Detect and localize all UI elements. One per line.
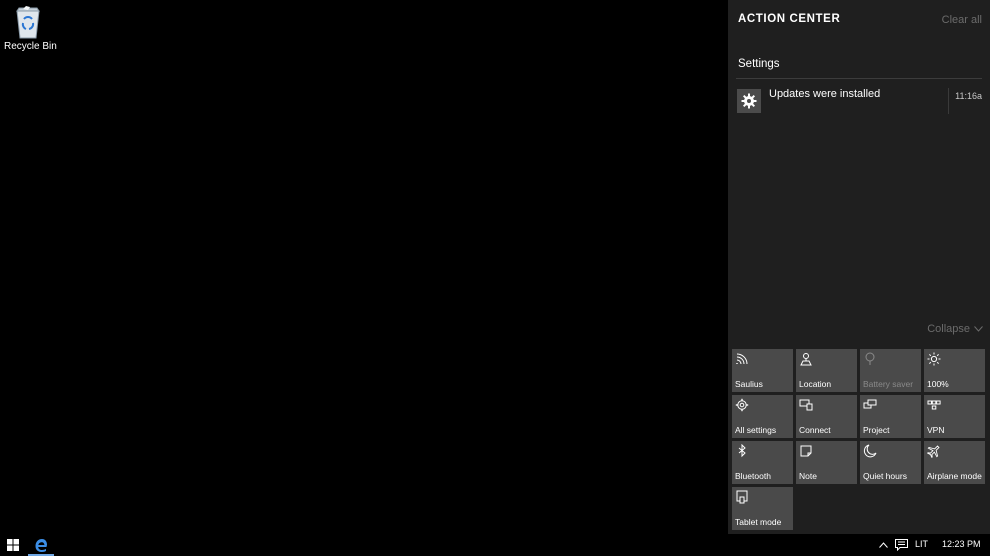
- quick-action-label: Connect: [799, 425, 831, 435]
- moon-icon: [863, 444, 877, 458]
- quick-action-label: Tablet mode: [735, 517, 782, 527]
- action-center-title: ACTION CENTER: [738, 13, 841, 25]
- quick-action-airplane-mode[interactable]: Airplane mode: [924, 441, 985, 484]
- quick-action-quiet-hours[interactable]: Quiet hours: [860, 441, 921, 484]
- quick-action-label: All settings: [735, 425, 777, 435]
- recycle-bin-icon: [16, 6, 40, 39]
- quick-action-label: Note: [799, 471, 817, 481]
- action-center-button[interactable]: [893, 537, 909, 553]
- quick-action-brightness[interactable]: 100%: [924, 349, 985, 392]
- quick-action-all-settings[interactable]: All settings: [732, 395, 793, 438]
- notification-item[interactable]: Updates were installed 11:16a: [737, 87, 982, 117]
- location-icon: [800, 353, 812, 366]
- action-center-icon: [894, 539, 908, 551]
- notification-divider: [948, 88, 949, 114]
- quick-action-label: 100%: [927, 379, 949, 389]
- gear-icon: [741, 93, 757, 109]
- action-center-panel: ACTION CENTER Clear all Settings Updates…: [728, 0, 990, 534]
- quick-action-vpn[interactable]: VPN: [924, 395, 985, 438]
- quick-action-bluetooth[interactable]: Bluetooth: [732, 441, 793, 484]
- quick-action-label: Quiet hours: [863, 471, 907, 481]
- taskbar-edge-button[interactable]: [30, 534, 52, 556]
- brightness-icon: [927, 352, 941, 366]
- chevron-down-icon: [974, 326, 983, 332]
- input-language-indicator[interactable]: LIT: [915, 539, 928, 549]
- desktop-icon-recycle-bin[interactable]: Recycle Bin: [4, 5, 57, 52]
- start-button[interactable]: [0, 534, 26, 556]
- notification-text: Updates were installed: [769, 88, 881, 100]
- chevron-up-icon: [878, 542, 888, 548]
- notification-time: 11:16a: [955, 91, 982, 101]
- collapse-label: Collapse: [927, 323, 970, 335]
- clear-all-button[interactable]: Clear all: [942, 14, 982, 26]
- quick-action-label: Saulius: [735, 379, 763, 389]
- collapse-button[interactable]: Collapse: [927, 323, 983, 335]
- tablet-icon: [736, 490, 748, 504]
- quick-action-label: Airplane mode: [927, 471, 982, 481]
- taskbar-clock[interactable]: 12:23 PM: [942, 539, 981, 549]
- project-icon: [863, 399, 877, 409]
- quick-action-label: Battery saver: [863, 379, 914, 389]
- quick-action-battery-saver[interactable]: Battery saver: [860, 349, 921, 392]
- quick-action-wifi[interactable]: Saulius: [732, 349, 793, 392]
- windows-logo-icon: [7, 539, 19, 551]
- airplane-icon: [927, 445, 940, 458]
- gear-icon: [735, 398, 749, 412]
- edge-browser-icon: [35, 539, 47, 552]
- taskbar: LIT 12:23 PM: [0, 534, 990, 556]
- quick-action-connect[interactable]: Connect: [796, 395, 857, 438]
- bluetooth-icon: [738, 444, 746, 458]
- group-divider: [736, 78, 982, 79]
- quick-action-tablet-mode[interactable]: Tablet mode: [732, 487, 793, 530]
- vpn-icon: [927, 400, 941, 410]
- quick-action-label: Bluetooth: [735, 471, 771, 481]
- quick-action-label: Project: [863, 425, 890, 435]
- desktop-icon-label: Recycle Bin: [4, 41, 57, 52]
- connect-icon: [799, 399, 813, 411]
- wifi-icon: [736, 353, 748, 365]
- quick-action-note[interactable]: Note: [796, 441, 857, 484]
- battery-saver-icon: [865, 352, 875, 365]
- notification-app-icon: [737, 89, 761, 113]
- quick-action-label: Location: [799, 379, 832, 389]
- quick-action-project[interactable]: Project: [860, 395, 921, 438]
- note-icon: [800, 445, 812, 457]
- notification-group-header[interactable]: Settings: [738, 58, 780, 70]
- quick-action-label: VPN: [927, 425, 945, 435]
- quick-action-location[interactable]: Location: [796, 349, 857, 392]
- show-hidden-icons-button[interactable]: [876, 537, 890, 553]
